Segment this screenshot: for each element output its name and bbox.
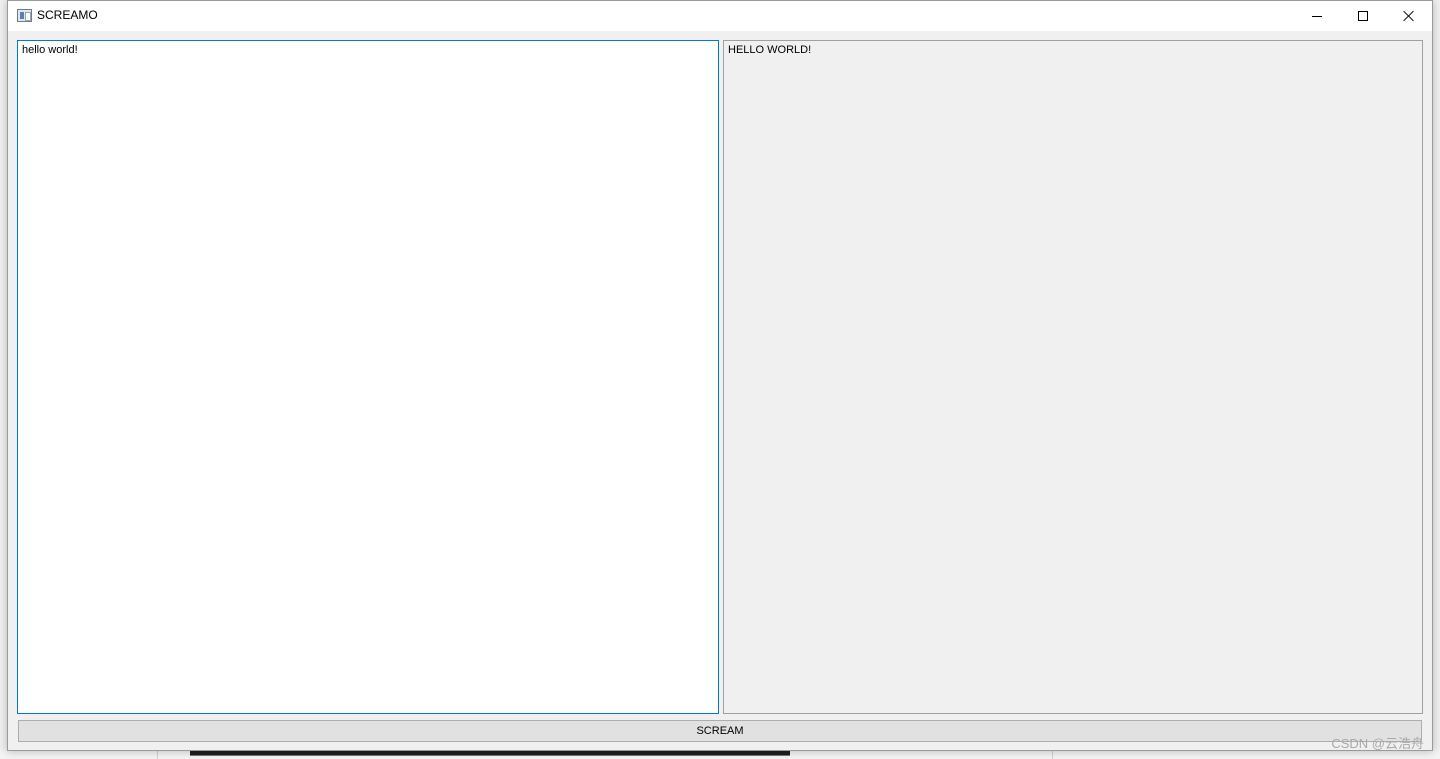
maximize-icon (1358, 11, 1368, 21)
close-icon (1403, 10, 1415, 22)
close-button[interactable] (1386, 1, 1432, 31)
watermark: CSDN @云浩舟 (1331, 736, 1424, 751)
background-desktop (0, 750, 1440, 759)
window-title: SCREAMO (37, 8, 98, 22)
minimize-icon (1312, 15, 1322, 17)
input-text-editor[interactable]: hello world! (17, 40, 719, 714)
maximize-button[interactable] (1340, 1, 1386, 31)
background-divider (157, 750, 158, 759)
scream-button[interactable]: SCREAM (18, 720, 1422, 742)
output-text-display: HELLO WORLD! (723, 40, 1423, 714)
app-window: SCREAMO hello world! HELLO WORLD! SCREAM (7, 0, 1433, 751)
minimize-button[interactable] (1294, 1, 1340, 31)
background-divider (1052, 750, 1053, 759)
title-bar[interactable]: SCREAMO (8, 1, 1432, 31)
app-icon (17, 9, 32, 22)
